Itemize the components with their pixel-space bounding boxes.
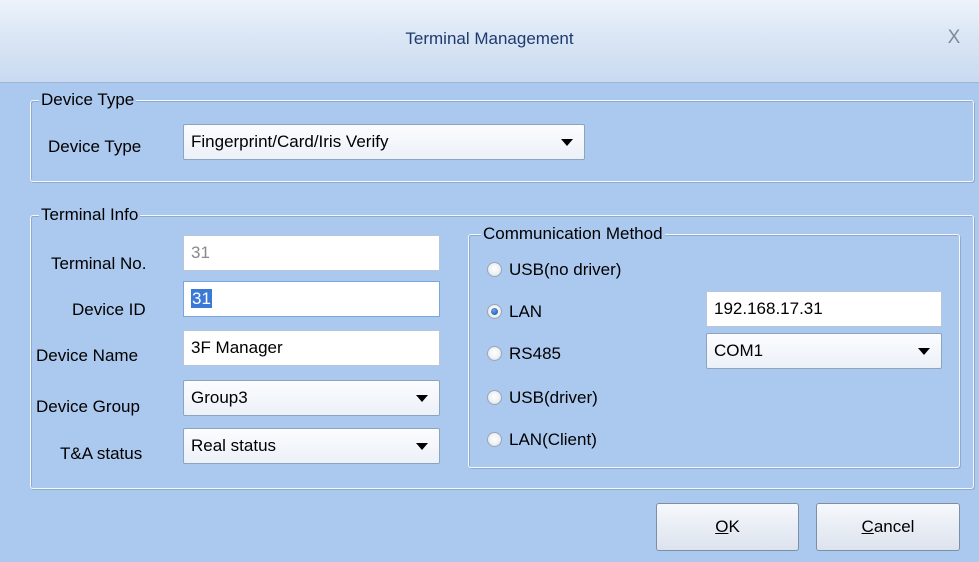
cancel-label-rest: ancel	[873, 517, 915, 536]
device-type-value: Fingerprint/Card/Iris Verify	[191, 132, 389, 151]
device-group-value: Group3	[191, 388, 248, 407]
window-title: Terminal Management	[405, 29, 574, 48]
device-group-select[interactable]: Group3	[183, 380, 440, 416]
device-name-value: 3F Manager	[191, 338, 283, 357]
terminal-no-field[interactable]: 31	[183, 235, 440, 271]
device-id-field[interactable]: 31	[183, 281, 440, 317]
radio-label: LAN(Client)	[509, 430, 597, 449]
cancel-button[interactable]: Cancel	[816, 503, 960, 551]
device-type-select[interactable]: Fingerprint/Card/Iris Verify	[183, 124, 585, 160]
communication-method-legend: Communication Method	[481, 224, 665, 244]
radio-usb-no-driver[interactable]: USB(no driver)	[487, 257, 687, 283]
chevron-down-icon	[918, 348, 930, 355]
device-id-label: Device ID	[72, 300, 146, 319]
terminal-no-value: 31	[191, 243, 210, 262]
radio-label: LAN	[509, 302, 543, 321]
ok-button[interactable]: OK	[656, 503, 799, 551]
chevron-down-icon	[416, 443, 428, 450]
ip-address-field[interactable]: 192.168.17.31	[706, 291, 942, 327]
ok-label-rest: K	[728, 517, 740, 536]
device-name-label: Device Name	[36, 346, 139, 365]
radio-button[interactable]	[487, 432, 502, 447]
ta-status-value: Real status	[191, 436, 277, 455]
chevron-down-icon	[416, 395, 428, 402]
radio-lan-client[interactable]: LAN(Client)	[487, 427, 687, 453]
ip-address-value: 192.168.17.31	[714, 299, 823, 318]
device-id-value: 31	[191, 289, 212, 308]
com-port-select[interactable]: COM1	[706, 333, 942, 369]
cancel-mnemonic: C	[861, 517, 874, 536]
ok-mnemonic: O	[715, 517, 729, 536]
device-type-label: Device Type	[48, 137, 142, 156]
terminal-info-legend: Terminal Info	[39, 205, 141, 225]
ta-status-label: T&A status	[60, 444, 143, 463]
radio-label: RS485	[509, 344, 561, 363]
radio-button-selected[interactable]	[487, 304, 502, 319]
chevron-down-icon	[561, 139, 573, 146]
radio-usb-driver[interactable]: USB(driver)	[487, 385, 687, 411]
radio-button[interactable]	[487, 390, 502, 405]
radio-label: USB(driver)	[509, 388, 598, 407]
radio-button[interactable]	[487, 346, 502, 361]
radio-label: USB(no driver)	[509, 260, 622, 279]
terminal-no-label: Terminal No.	[51, 254, 147, 273]
device-group-label: Device Group	[36, 397, 140, 416]
terminal-management-dialog: Terminal Management X Device Type Device…	[0, 0, 979, 562]
title-bar[interactable]: Terminal Management X	[0, 0, 979, 83]
radio-lan[interactable]: LAN	[487, 299, 687, 325]
close-icon[interactable]: X	[943, 27, 965, 49]
radio-rs485[interactable]: RS485	[487, 341, 687, 367]
device-type-legend: Device Type	[39, 90, 137, 110]
com-port-value: COM1	[714, 341, 764, 360]
device-name-field[interactable]: 3F Manager	[183, 330, 440, 366]
ta-status-select[interactable]: Real status	[183, 428, 440, 464]
radio-button[interactable]	[487, 262, 502, 277]
